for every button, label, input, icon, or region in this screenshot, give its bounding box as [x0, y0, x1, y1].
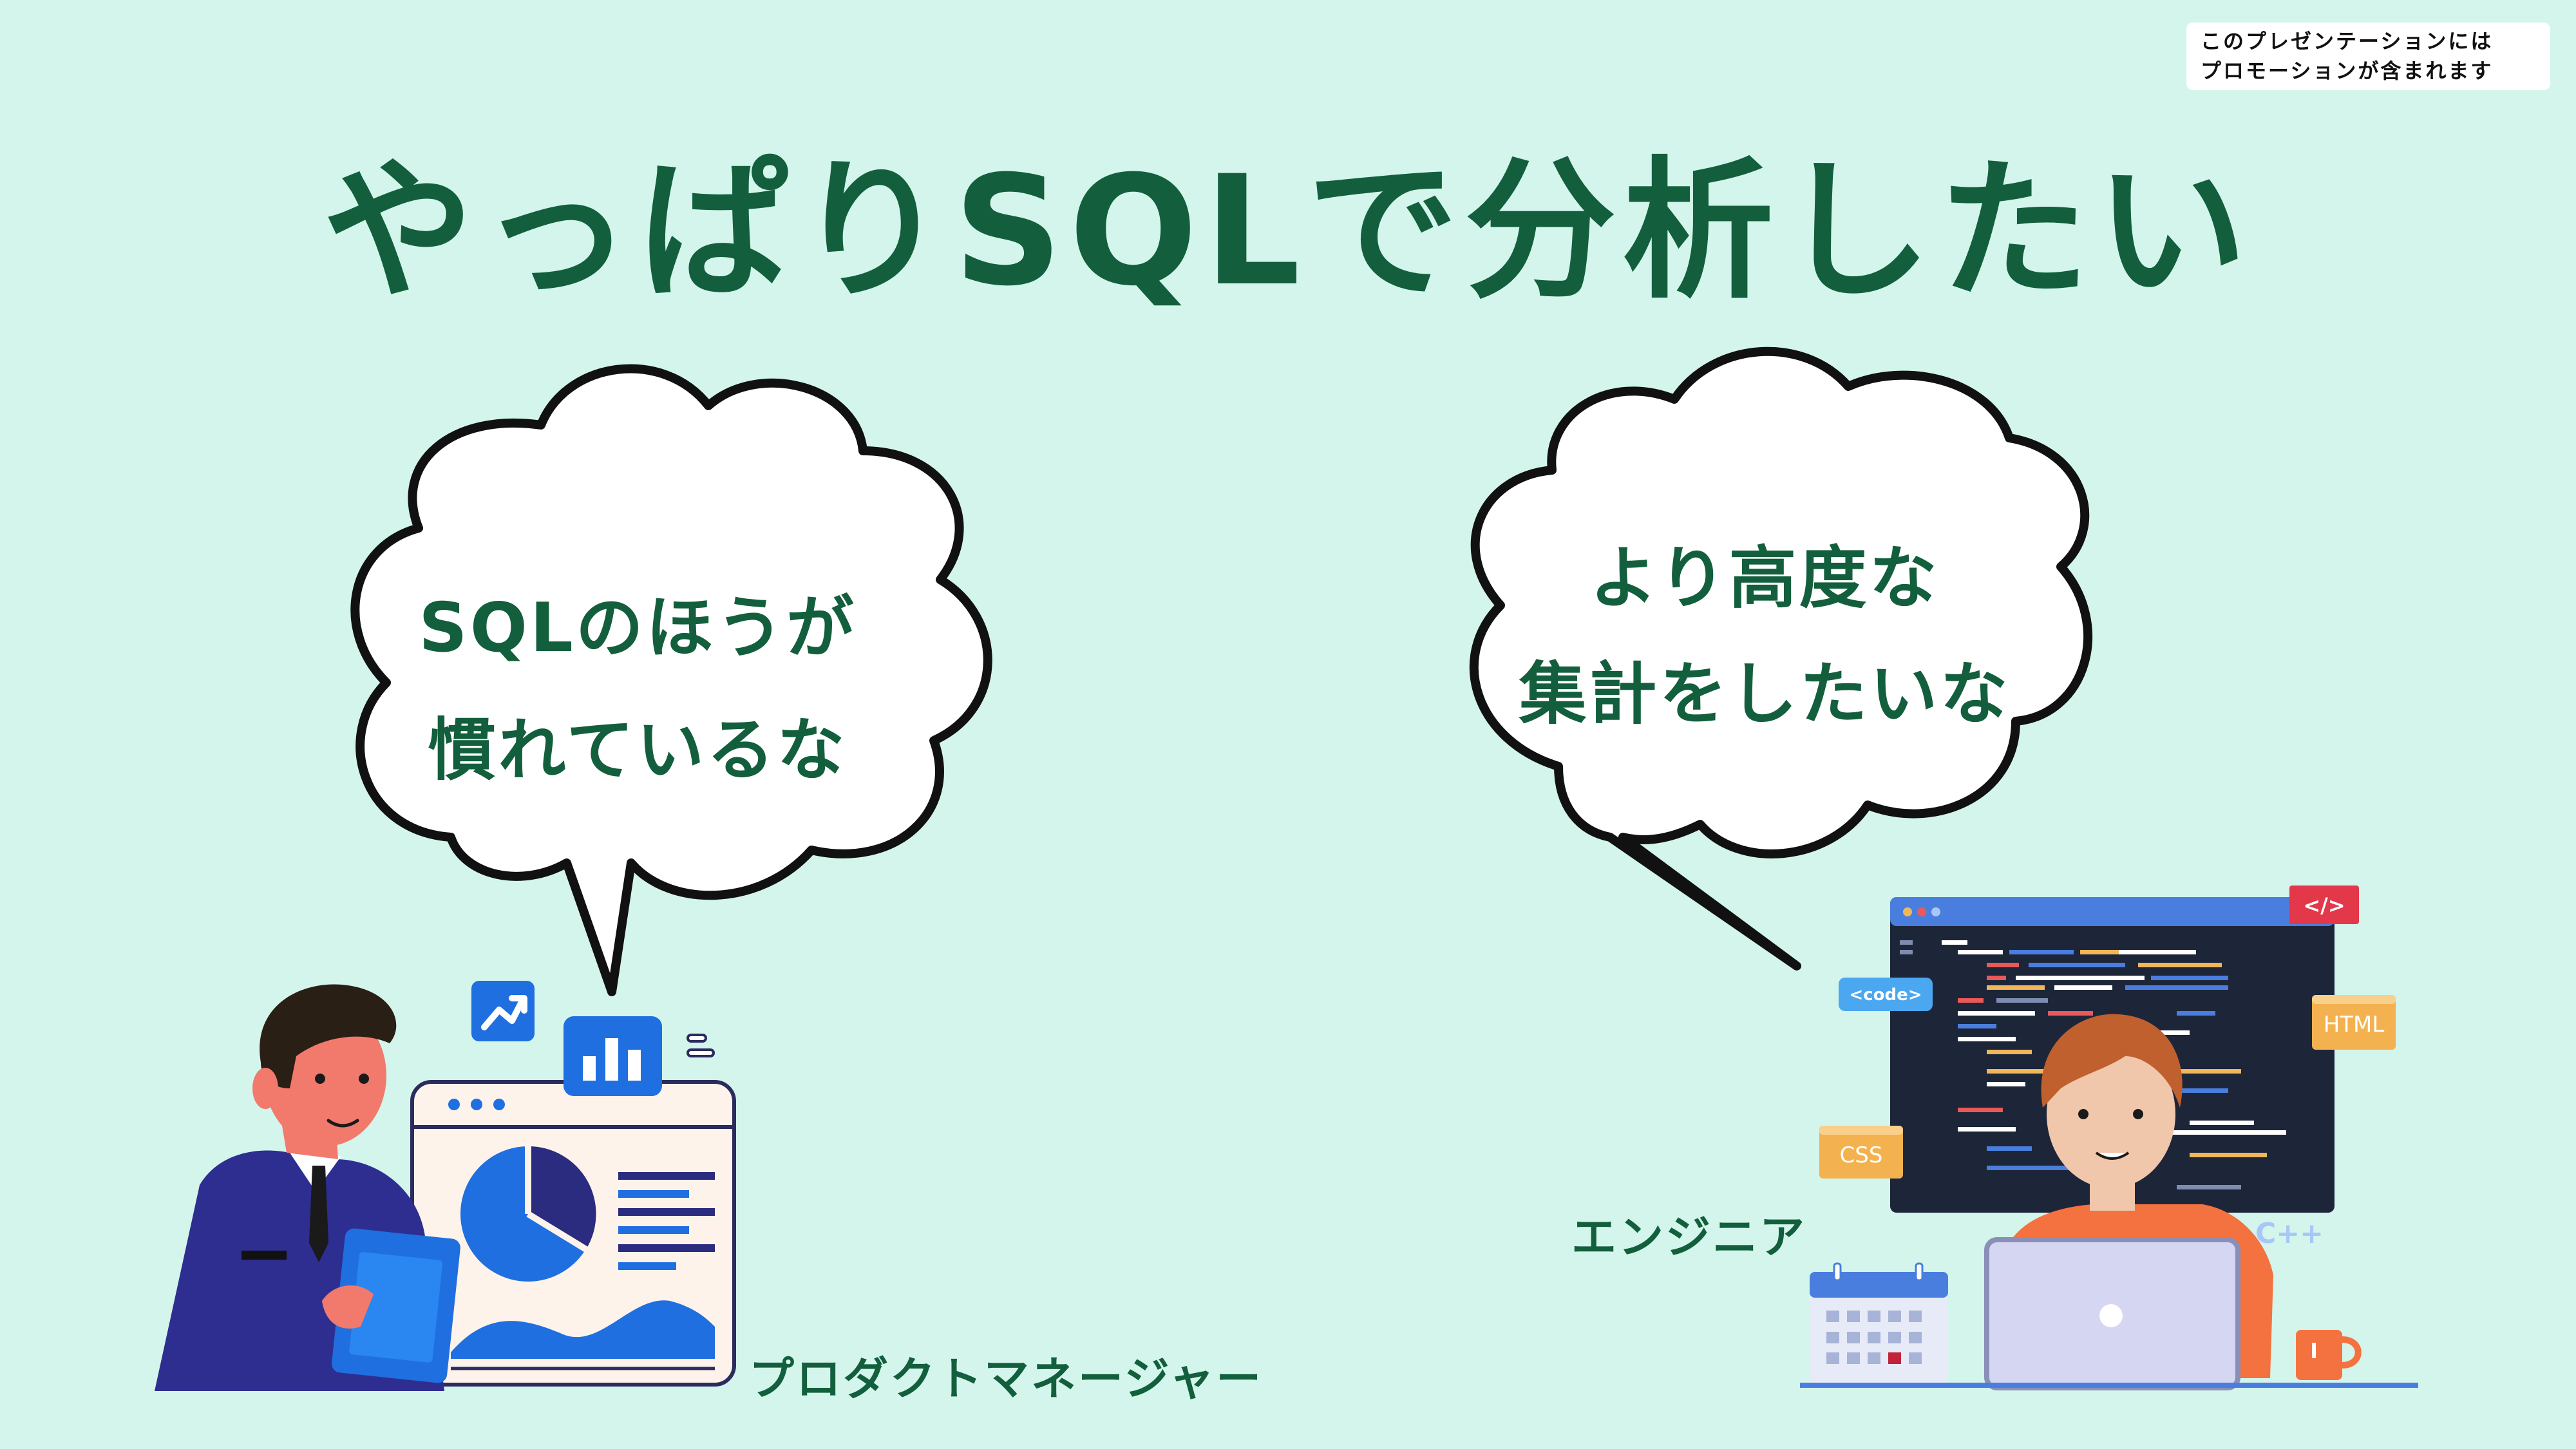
engineer-label: エンジニア: [1571, 1211, 1806, 1264]
code-tag-label: <code>: [1849, 985, 1922, 1005]
trend-chart-icon: [471, 981, 535, 1041]
speech-bubble-right-line1: より高度な: [1589, 539, 1940, 618]
laptop-icon: [1984, 1237, 2240, 1390]
desk-line: [1800, 1383, 2418, 1388]
html-tag-chip: HTML: [2312, 995, 2396, 1050]
engineer-illustration: </> <code> HTML CSS C++: [1800, 886, 2418, 1390]
html-tag-label: HTML: [2324, 1012, 2385, 1037]
code-tag-chip: <code>: [1839, 978, 1933, 1011]
speech-bubble-left-text: SQLのほうが 慣れているな: [367, 567, 908, 811]
product-manager-illustration: [155, 981, 736, 1391]
code-close-tag-chip: </>: [2289, 886, 2359, 924]
css-tag-chip: CSS: [1819, 1126, 1903, 1179]
coffee-mug-icon: [2296, 1330, 2362, 1380]
slide: このプレゼンテーションには プロモーションが含まれます やっぱりSQLで分析した…: [0, 0, 2576, 1449]
dashboard-board: [410, 1080, 736, 1387]
speech-bubble-right-line2: 集計をしたいな: [1519, 655, 2011, 734]
speech-bubble-left-line2: 慣れているな: [428, 711, 848, 790]
cpp-tag-label: C++: [2255, 1217, 2324, 1250]
code-close-tag-label: </>: [2303, 893, 2345, 918]
calendar-icon: [1810, 1262, 1948, 1385]
bar-chart-icon: [564, 1016, 662, 1096]
product-manager-label: プロダクトマネージャー: [749, 1352, 1264, 1405]
css-tag-label: CSS: [1840, 1142, 1883, 1168]
speech-bubble-right-text: より高度な 集計をしたいな: [1443, 520, 2087, 752]
speech-bubble-left-line1: SQLのほうが: [419, 589, 857, 667]
